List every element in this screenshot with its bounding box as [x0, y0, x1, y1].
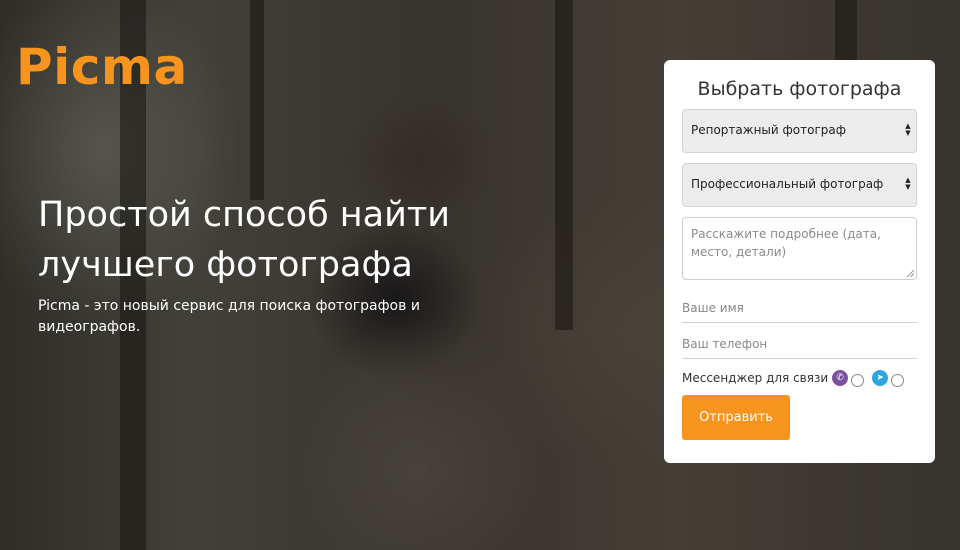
telegram-radio[interactable]: [891, 373, 905, 387]
details-placeholder: Расскажите подробнее (дата, место, детал…: [691, 227, 881, 259]
phone-input[interactable]: Ваш телефон: [682, 331, 917, 359]
submit-button[interactable]: Отправить: [682, 395, 790, 440]
photographer-level-select[interactable]: Профессиональный фотограф ▲ ▼: [682, 163, 917, 207]
resize-grip-icon[interactable]: [907, 270, 914, 277]
name-placeholder: Ваше имя: [682, 301, 744, 315]
phone-placeholder: Ваш телефон: [682, 337, 768, 351]
select-arrows-icon: ▲ ▼: [905, 176, 911, 191]
photographer-level-value: Профессиональный фотограф: [691, 177, 884, 191]
messenger-choice: Мессенджер для связи ✆ ➤: [682, 368, 912, 388]
telegram-icon: ➤: [872, 370, 889, 386]
details-textarea[interactable]: Расскажите подробнее (дата, место, детал…: [682, 217, 917, 280]
form-title: Выбрать фотографа: [697, 78, 902, 100]
name-input[interactable]: Ваше имя: [682, 295, 917, 323]
photographer-request-form: Выбрать фотографа Репортажный фотограф ▲…: [664, 60, 935, 463]
messenger-label: Мессенджер для связи: [682, 371, 829, 385]
viber-radio[interactable]: [851, 373, 865, 387]
hero-subtitle: Picma - это новый сервис для поиска фото…: [38, 298, 420, 335]
hero-headline: Простой способ найти лучшего фотографа: [38, 195, 450, 285]
select-arrows-icon: ▲ ▼: [905, 122, 911, 137]
photographer-type-value: Репортажный фотограф: [691, 123, 846, 137]
photographer-type-select[interactable]: Репортажный фотограф ▲ ▼: [682, 109, 917, 153]
logo[interactable]: Picma: [16, 38, 188, 96]
viber-icon: ✆: [832, 370, 849, 386]
